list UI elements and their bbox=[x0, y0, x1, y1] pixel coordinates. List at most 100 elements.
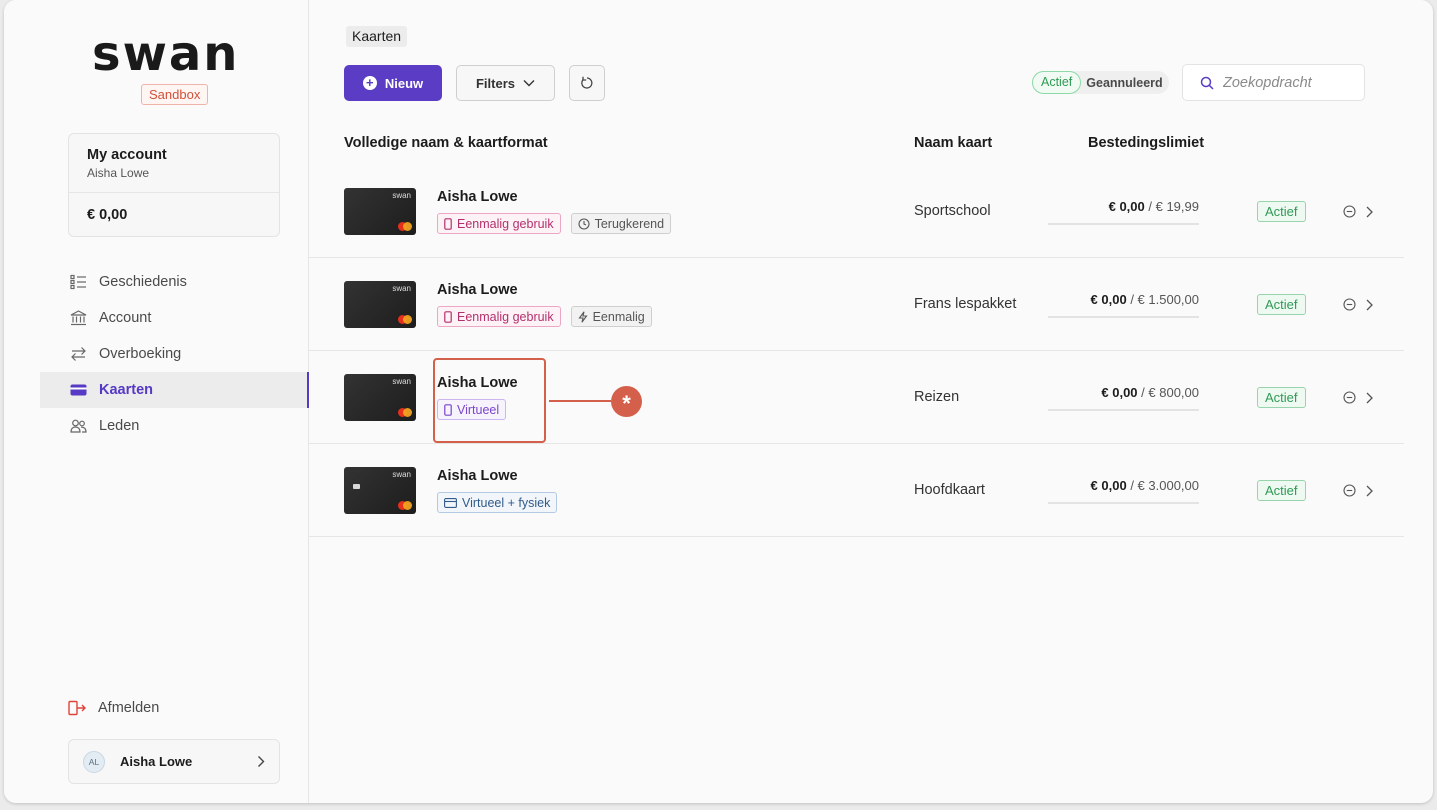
column-header-name[interactable]: Volledige naam & kaartformat bbox=[344, 135, 548, 151]
tag-label: Eenmalig bbox=[592, 309, 645, 324]
refresh-icon bbox=[581, 76, 593, 89]
chevron-right-icon[interactable] bbox=[1366, 299, 1373, 311]
account-divider bbox=[69, 192, 279, 193]
tag-label: Terugkerend bbox=[594, 216, 665, 231]
chevron-right-icon[interactable] bbox=[1366, 206, 1373, 218]
sidebar-item-label: Geschiedenis bbox=[99, 274, 187, 290]
sidebar-item-label: Account bbox=[99, 310, 152, 326]
card-icon bbox=[444, 497, 457, 508]
search-icon bbox=[1200, 76, 1214, 90]
account-holder: Aisha Lowe bbox=[87, 166, 150, 180]
sidebar-item-kaarten[interactable]: Kaarten bbox=[40, 372, 309, 408]
cancel-circle-icon[interactable] bbox=[1343, 298, 1356, 311]
table-row[interactable]: swan Aisha Lowe Eenmalig gebruik Eenmali… bbox=[309, 258, 1404, 351]
card-tags: Eenmalig gebruik Eenmalig bbox=[437, 306, 662, 327]
row-actions bbox=[1343, 391, 1373, 404]
card-thumbnail: swan bbox=[344, 467, 416, 514]
table-row[interactable]: swan Aisha Lowe Virtueel + fysiek Hoofdk… bbox=[309, 444, 1404, 537]
user-menu[interactable]: AL Aisha Lowe bbox=[68, 739, 280, 784]
mastercard-icon bbox=[398, 501, 412, 510]
limit-amount: / € 800,00 bbox=[1141, 385, 1199, 400]
status-badge: Actief bbox=[1257, 387, 1306, 408]
card-holder-name: Aisha Lowe bbox=[437, 282, 518, 298]
toggle-cancelled[interactable]: Geannuleerd bbox=[1086, 76, 1162, 90]
card-tags: Eenmalig gebruik Terugkerend bbox=[437, 213, 681, 234]
chevron-down-icon bbox=[523, 80, 535, 87]
tag-single-use: Eenmalig gebruik bbox=[437, 306, 561, 327]
column-header-card-name[interactable]: Naam kaart bbox=[914, 135, 992, 151]
card-name: Reizen bbox=[914, 389, 960, 405]
plus-icon: + bbox=[362, 76, 377, 90]
card-holder-name: Aisha Lowe bbox=[437, 468, 518, 484]
cancel-circle-icon[interactable] bbox=[1343, 205, 1356, 218]
limit-progress-bar bbox=[1048, 223, 1199, 225]
card-brand: swan bbox=[392, 470, 411, 479]
people-icon bbox=[70, 419, 87, 433]
search-box[interactable] bbox=[1182, 64, 1365, 101]
annotation-highlight-box bbox=[433, 358, 546, 443]
card-brand: swan bbox=[392, 377, 411, 386]
annotation-connector-line bbox=[549, 400, 611, 402]
page-title: Kaarten bbox=[346, 26, 408, 47]
filters-button[interactable]: Filters bbox=[456, 65, 555, 101]
row-actions bbox=[1343, 484, 1373, 497]
tag-recurring: Terugkerend bbox=[570, 213, 672, 234]
column-header-limit[interactable]: Bestedingslimiet bbox=[1088, 135, 1204, 151]
sandbox-badge: Sandbox bbox=[141, 84, 209, 105]
clock-icon bbox=[578, 217, 590, 230]
spending-limit: € 0,00 / € 800,00 bbox=[1048, 385, 1199, 400]
status-toggle: Actief Geannuleerd bbox=[1032, 71, 1169, 94]
main-content: Kaarten + Nieuw Filters Actief Geannulee… bbox=[309, 0, 1433, 803]
search-input[interactable] bbox=[1223, 74, 1353, 91]
limit-amount: / € 19,99 bbox=[1148, 199, 1199, 214]
sidebar-item-geschiedenis[interactable]: Geschiedenis bbox=[40, 264, 308, 300]
card-holder-name: Aisha Lowe bbox=[437, 189, 518, 205]
sidebar-item-account[interactable]: Account bbox=[40, 300, 308, 336]
card-brand: swan bbox=[392, 191, 411, 200]
chevron-right-icon[interactable] bbox=[1366, 485, 1373, 497]
mastercard-icon bbox=[398, 315, 412, 324]
sidebar-item-label: Overboeking bbox=[99, 346, 182, 362]
sidebar: swan Sandbox My account Aisha Lowe € 0,0… bbox=[4, 0, 309, 803]
new-button-label: Nieuw bbox=[384, 75, 424, 91]
spending-limit: € 0,00 / € 1.500,00 bbox=[1048, 292, 1199, 307]
filters-label: Filters bbox=[475, 75, 515, 91]
new-card-button[interactable]: + Nieuw bbox=[344, 65, 442, 101]
bank-icon bbox=[70, 310, 87, 326]
tag-label: Eenmalig gebruik bbox=[457, 216, 554, 231]
card-thumbnail: swan bbox=[344, 188, 416, 235]
chevron-right-icon[interactable] bbox=[1366, 392, 1373, 404]
svg-text:swan: swan bbox=[92, 32, 239, 76]
sidebar-item-overboeking[interactable]: Overboeking bbox=[40, 336, 308, 372]
app-window: swan Sandbox My account Aisha Lowe € 0,0… bbox=[4, 0, 1433, 803]
status-badge: Actief bbox=[1257, 294, 1306, 315]
cancel-circle-icon[interactable] bbox=[1343, 391, 1356, 404]
sidebar-item-label: Kaarten bbox=[99, 382, 153, 398]
avatar: AL bbox=[83, 750, 105, 773]
sidebar-item-leden[interactable]: Leden bbox=[40, 408, 308, 444]
toggle-active[interactable]: Actief bbox=[1032, 71, 1082, 94]
cancel-circle-icon[interactable] bbox=[1343, 484, 1356, 497]
table-row[interactable]: swan Aisha Lowe Eenmalig gebruik Terugke… bbox=[309, 165, 1404, 258]
user-name: Aisha Lowe bbox=[120, 754, 193, 769]
logout-button[interactable]: Afmelden bbox=[68, 700, 159, 716]
account-card[interactable]: My account Aisha Lowe € 0,00 bbox=[68, 133, 280, 237]
spent-amount: € 0,00 bbox=[1090, 478, 1127, 493]
lightning-icon bbox=[578, 310, 588, 323]
tag-virtual-physical: Virtueel + fysiek bbox=[437, 492, 558, 513]
spent-amount: € 0,00 bbox=[1090, 292, 1127, 307]
spent-amount: € 0,00 bbox=[1101, 385, 1138, 400]
spending-limit: € 0,00 / € 19,99 bbox=[1048, 199, 1199, 214]
swan-logo: swan bbox=[92, 32, 239, 76]
limit-progress-bar bbox=[1048, 316, 1199, 318]
tag-one-time: Eenmalig bbox=[570, 306, 652, 327]
mastercard-icon bbox=[398, 222, 412, 231]
row-actions bbox=[1343, 205, 1373, 218]
status-badge: Actief bbox=[1257, 201, 1306, 222]
card-name: Frans lespakket bbox=[914, 296, 1017, 312]
card-name: Hoofdkaart bbox=[914, 482, 985, 498]
card-thumbnail: swan bbox=[344, 281, 416, 328]
refresh-button[interactable] bbox=[569, 65, 605, 101]
credit-card-icon bbox=[70, 384, 87, 396]
sidebar-nav: Geschiedenis Account Overboeking Kaarten… bbox=[40, 264, 309, 444]
